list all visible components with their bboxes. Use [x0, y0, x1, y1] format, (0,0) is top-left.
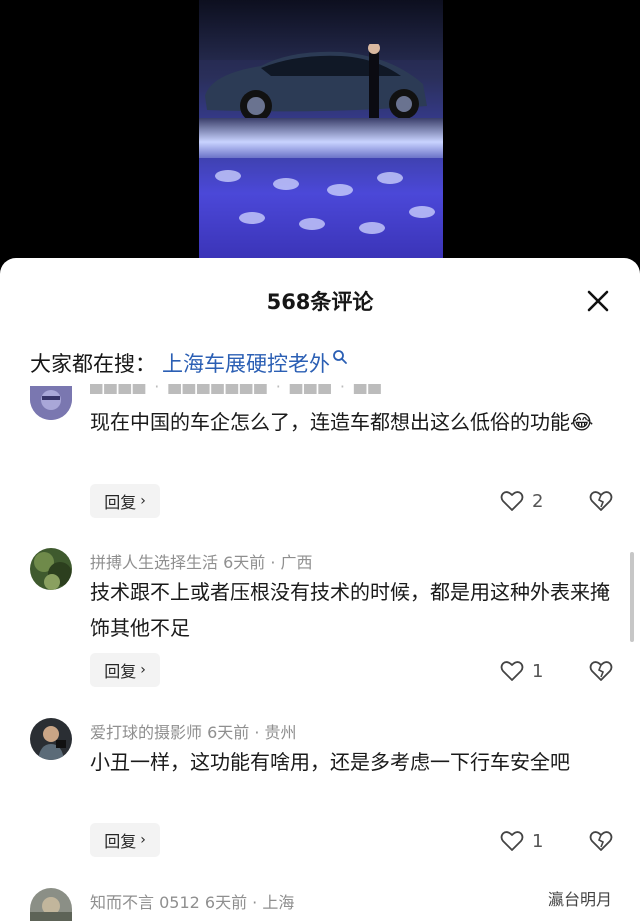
scrollbar[interactable]: [630, 552, 634, 642]
comment-meta: 爱打球的摄影师 6天前 · 贵州: [90, 723, 297, 742]
avatar[interactable]: [30, 386, 72, 420]
reply-label: 回复: [104, 662, 137, 681]
dislike-button[interactable]: [589, 489, 613, 513]
comment-meta: 知而不言 0512 6天前 · 上海: [90, 893, 295, 912]
dislike-button[interactable]: [589, 659, 613, 683]
floor-light: [327, 184, 353, 196]
like-count: 1: [532, 660, 544, 682]
trending-search: 大家都在搜： 上海车展硬控老外: [30, 346, 348, 380]
chevron-right-icon: ›: [140, 832, 146, 848]
video-frame[interactable]: [199, 0, 443, 258]
comments-sheet: 568条评论 大家都在搜： 上海车展硬控老外 ▆▆▆▆ · ▆▆▆▆▆▆▆ · …: [0, 258, 640, 921]
floor-light: [239, 212, 265, 224]
broken-heart-icon: [589, 831, 613, 851]
reply-label: 回复: [104, 493, 137, 512]
like-button[interactable]: 1: [500, 658, 543, 684]
heart-icon: [500, 661, 524, 681]
dislike-button[interactable]: [589, 829, 613, 853]
floor-light: [273, 178, 299, 190]
floor-light: [377, 172, 403, 184]
avatar[interactable]: [30, 548, 72, 590]
floor-light: [299, 218, 325, 230]
close-icon[interactable]: [585, 288, 611, 314]
like-count: 2: [532, 490, 544, 512]
broken-heart-icon: [589, 661, 613, 681]
avatar[interactable]: [30, 888, 72, 921]
close-button[interactable]: [585, 288, 611, 314]
comment-text: 小丑一样，这功能有啥用，还是多考虑一下行车安全吧: [90, 750, 570, 774]
comment-meta: 拼搏人生选择生活 6天前 · 广西: [90, 553, 313, 572]
comments-title: 568条评论: [266, 290, 374, 314]
video-player[interactable]: [0, 0, 640, 270]
watermark: 瀛台明月: [548, 890, 613, 909]
laughing-crying-emoji-icon: 😂: [570, 410, 594, 434]
floor-light: [359, 222, 385, 234]
reply-button[interactable]: 回复 ›: [90, 484, 160, 518]
like-count: 1: [532, 830, 544, 852]
reply-button[interactable]: 回复 ›: [90, 653, 160, 687]
heart-icon: [500, 491, 524, 511]
reply-button[interactable]: 回复 ›: [90, 823, 160, 857]
reply-label: 回复: [104, 832, 137, 851]
chevron-right-icon: ›: [140, 662, 146, 678]
heart-icon: [500, 831, 524, 851]
floor-light: [409, 206, 435, 218]
floor-light: [215, 170, 241, 182]
car-image: [205, 44, 427, 122]
trending-search-link[interactable]: 上海车展硬控老外: [162, 348, 330, 378]
search-icon[interactable]: [332, 349, 348, 365]
like-button[interactable]: 1: [500, 828, 543, 854]
broken-heart-icon: [589, 491, 613, 511]
chevron-right-icon: ›: [140, 493, 146, 509]
like-button[interactable]: 2: [500, 488, 543, 514]
comment-meta: ▆▆▆▆ · ▆▆▆▆▆▆▆ · ▆▆▆ · ▆▆: [90, 384, 383, 394]
avatar[interactable]: [30, 718, 72, 760]
trending-search-label: 大家都在搜：: [30, 352, 156, 376]
stage-platform: [199, 118, 443, 158]
comment-text-content: 现在中国的车企怎么了，连造车都想出这么低俗的功能: [90, 410, 570, 434]
comment-text: 现在中国的车企怎么了，连造车都想出这么低俗的功能😂: [90, 404, 615, 440]
comment-text: 技术跟不上或者压根没有技术的时候，都是用这种外表来掩饰其他不足: [90, 580, 610, 640]
